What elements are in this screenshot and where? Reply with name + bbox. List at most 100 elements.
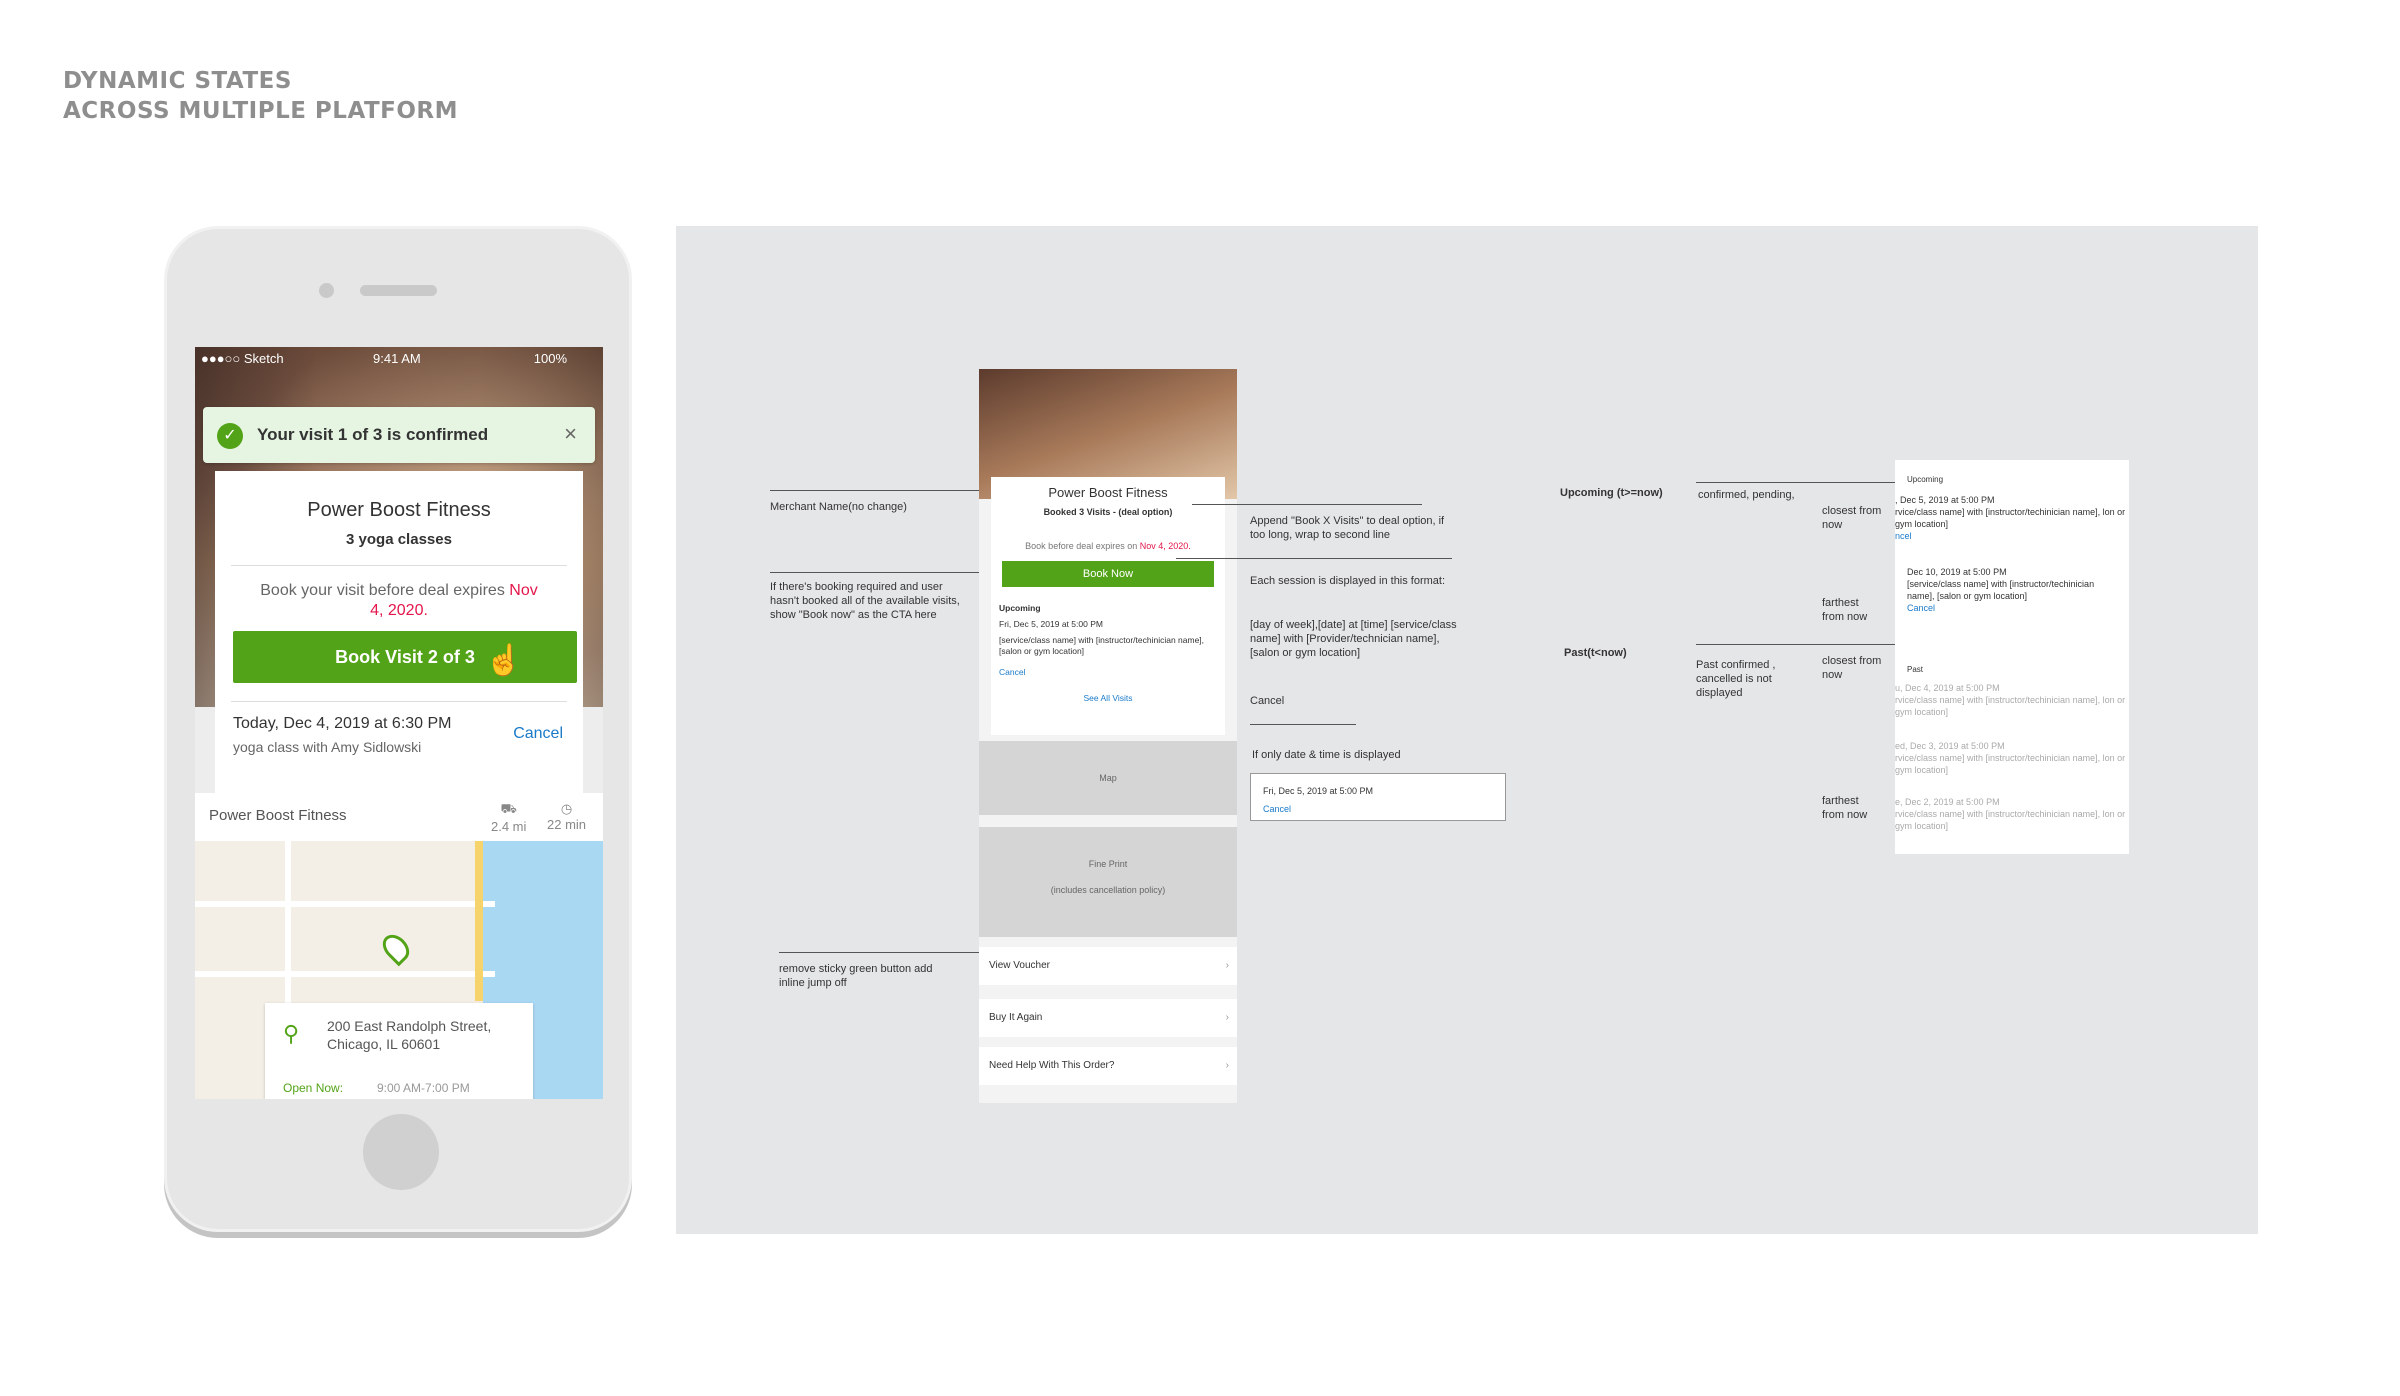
address-line1: 200 East Randolph Street, (327, 1018, 492, 1034)
deal-expiry-text: Book your visit before deal expires Nov … (255, 581, 543, 621)
phone-screen: ●●●○○ Sketch 9:41 AM 100% ✓ Your visit 1… (195, 347, 603, 1099)
annotation-board: Merchant Name(no change) If there's book… (676, 226, 2258, 1234)
close-icon[interactable]: × (564, 421, 577, 447)
road (195, 971, 495, 977)
duration-label: 22 min (547, 817, 587, 832)
distance-label: 2.4 mi (491, 819, 527, 834)
row-label: Need Help With This Order? (989, 1060, 1115, 1071)
clock-label: 9:41 AM (373, 351, 421, 366)
chevron-right-icon: › (1225, 1012, 1229, 1023)
note-session-template: [day of week],[date] at [time] [service/… (1250, 619, 1457, 659)
note-append: Append "Book X Visits" to deal option, i… (1250, 515, 1445, 541)
row-view-voucher[interactable]: View Voucher › (979, 947, 1237, 985)
expiry-prefix: Book your visit before deal expires (260, 582, 505, 599)
map[interactable]: ⚲ 200 East Randolph Street, Chicago, IL … (195, 841, 603, 1099)
mockup-merchant: Power Boost Fitness (1048, 485, 1168, 500)
row-label: Buy It Again (989, 1012, 1043, 1023)
list-item-desc: [service/class name] with [instructor/te… (1907, 579, 2095, 601)
note-closest-past: closest from now (1822, 655, 1882, 681)
address-line2: Chicago, IL 60601 (327, 1036, 441, 1052)
past-states: Past confirmed , cancelled is not displa… (1696, 659, 1776, 699)
battery-label: 100% (533, 351, 567, 366)
list-item-date: u, Dec 4, 2019 at 5:00 PM (1895, 683, 2000, 693)
past-label: Past(t<now) (1564, 647, 1627, 659)
page-title-line2: ACROSS MULTIPLE PLATFORM (63, 98, 459, 124)
home-button[interactable] (363, 1114, 439, 1190)
page-title: DYNAMIC STATES ACROSS MULTIPLE PLATFORM (63, 66, 458, 126)
page-title-line1: DYNAMIC STATES (63, 68, 292, 94)
list-item: ed, Dec 3, 2019 at 5:00 PM rvice/class n… (1895, 740, 2129, 776)
list-item-date: , Dec 5, 2019 at 5:00 PM (1895, 495, 1995, 505)
leader-line (1176, 558, 1452, 559)
mockup-map: Map (979, 741, 1237, 815)
list-item-cancel[interactable]: Cancel (1907, 602, 2117, 614)
list-item-date: ed, Dec 3, 2019 at 5:00 PM (1895, 741, 2005, 751)
map-merchant-name: Power Boost Fitness (209, 807, 347, 824)
status-bar: ●●●○○ Sketch 9:41 AM 100% (195, 347, 603, 369)
list-item: e, Dec 2, 2019 at 5:00 PM rvice/class na… (1895, 796, 2129, 832)
map-card: Power Boost Fitness ⛟ 2.4 mi ◷ 22 min ⚲ (195, 793, 603, 1099)
list-item-date: Dec 10, 2019 at 5:00 PM (1907, 567, 2007, 577)
highway (475, 841, 483, 1001)
list-upcoming-header: Upcoming (1907, 475, 1944, 484)
speaker-grille (360, 285, 437, 296)
note-session-format: Each session is displayed in this format… (1250, 575, 1446, 587)
list-item: Dec 10, 2019 at 5:00 PM [service/class n… (1907, 566, 2117, 614)
mockup-fine-print: Fine Print (includes cancellation policy… (979, 827, 1237, 937)
visit-description: yoga class with Amy Sidlowski (233, 739, 422, 755)
carrier-label: ●●●○○ Sketch (201, 351, 284, 366)
duration: ◷ 22 min (547, 801, 586, 832)
mockup-deal-card: Power Boost Fitness Booked 3 Visits - (d… (991, 477, 1225, 735)
list-item-date: e, Dec 2, 2019 at 5:00 PM (1895, 797, 2000, 807)
row-buy-it-again[interactable]: Buy It Again › (979, 999, 1237, 1037)
list-item-desc: rvice/class name] with [instructor/techi… (1895, 695, 2126, 717)
toast-message: Your visit 1 of 3 is confirmed (257, 425, 489, 444)
chevron-right-icon: › (1225, 1060, 1229, 1071)
note-book-now: If there's booking required and user has… (770, 581, 960, 621)
open-hours: 9:00 AM-7:00 PM (377, 1081, 470, 1095)
mockup-expiry-prefix: Book before deal expires on (1025, 541, 1138, 551)
list-item-cancel[interactable]: ncel (1895, 530, 2129, 542)
example-cancel[interactable]: Cancel (1263, 802, 1291, 816)
mockup-see-all-link[interactable]: See All Visits (991, 693, 1225, 704)
deal-option: 3 yoga classes (346, 531, 452, 548)
visit-date: Today, Dec 4, 2019 at 6:30 PM (233, 715, 452, 732)
upcoming-label: Upcoming (t>=now) (1560, 487, 1663, 499)
list-past-header: Past (1907, 665, 1924, 674)
book-visit-button[interactable]: Book Visit 2 of 3 (233, 631, 577, 683)
date-only-example: Fri, Dec 5, 2019 at 5:00 PM Cancel (1250, 773, 1506, 821)
leader-line (1696, 482, 1906, 483)
camera-icon (319, 283, 334, 298)
mockup-expiry: Book before deal expires on Nov 4, 2020. (991, 541, 1225, 551)
road (195, 901, 495, 907)
fine-print-title: Fine Print (1088, 859, 1128, 869)
mockup-book-now-button[interactable]: Book Now (1002, 561, 1214, 587)
expiry-suffix: . (423, 602, 428, 619)
divider (231, 701, 567, 702)
note-farthest-past: farthest from now (1822, 795, 1868, 821)
upcoming-states: confirmed, pending, (1698, 489, 1795, 501)
check-icon: ✓ (217, 423, 243, 449)
fine-print-note: (includes cancellation policy) (1050, 885, 1166, 895)
mockup-cancel-link[interactable]: Cancel (999, 667, 1025, 678)
list-item: , Dec 5, 2019 at 5:00 PM rvice/class nam… (1895, 494, 2129, 542)
visit-list: Upcoming , Dec 5, 2019 at 5:00 PM rvice/… (1895, 460, 2129, 854)
address-card[interactable]: ⚲ 200 East Randolph Street, Chicago, IL … (265, 1003, 533, 1099)
cancel-link[interactable]: Cancel (513, 725, 563, 743)
open-now-label: Open Now: (283, 1081, 344, 1095)
note-remove-sticky: remove sticky green button add inline ju… (779, 963, 933, 989)
mockup-session-desc: [service/class name] with [instructor/te… (999, 635, 1205, 656)
leader-line (1250, 724, 1356, 725)
leader-line (1192, 504, 1422, 505)
note-date-only: If only date & time is displayed (1252, 749, 1401, 761)
confirmation-toast: ✓ Your visit 1 of 3 is confirmed × (203, 407, 595, 463)
note-farthest: farthest from now (1822, 597, 1868, 623)
note-merchant-name: Merchant Name(no change) (770, 501, 907, 513)
note-session-cancel: Cancel (1250, 695, 1285, 707)
mockup-upcoming-label: Upcoming (999, 603, 1041, 613)
list-item: u, Dec 4, 2019 at 5:00 PM rvice/class na… (1895, 682, 2129, 718)
mockup-expiry-date: Nov 4, 2020. (1139, 541, 1191, 551)
list-item-desc: rvice/class name] with [instructor/techi… (1895, 753, 2126, 775)
row-need-help[interactable]: Need Help With This Order? › (979, 1047, 1237, 1085)
mockup-session-date: Fri, Dec 5, 2019 at 5:00 PM (999, 619, 1103, 629)
